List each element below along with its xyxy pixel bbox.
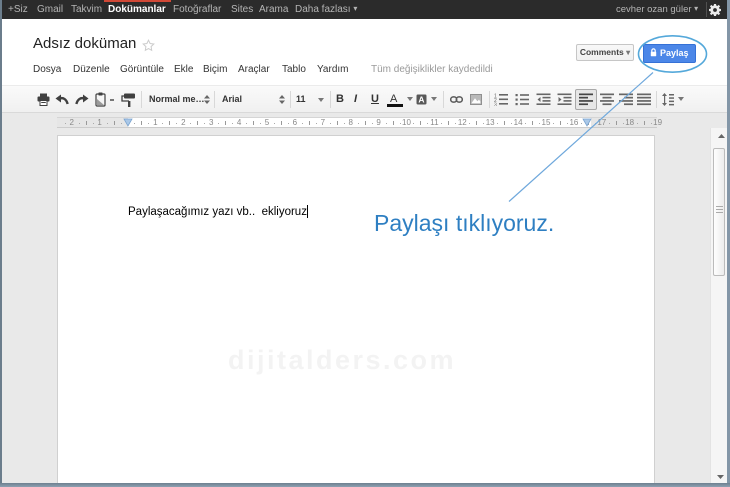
svg-text:A: A bbox=[418, 95, 424, 105]
svg-text:3: 3 bbox=[494, 103, 497, 107]
